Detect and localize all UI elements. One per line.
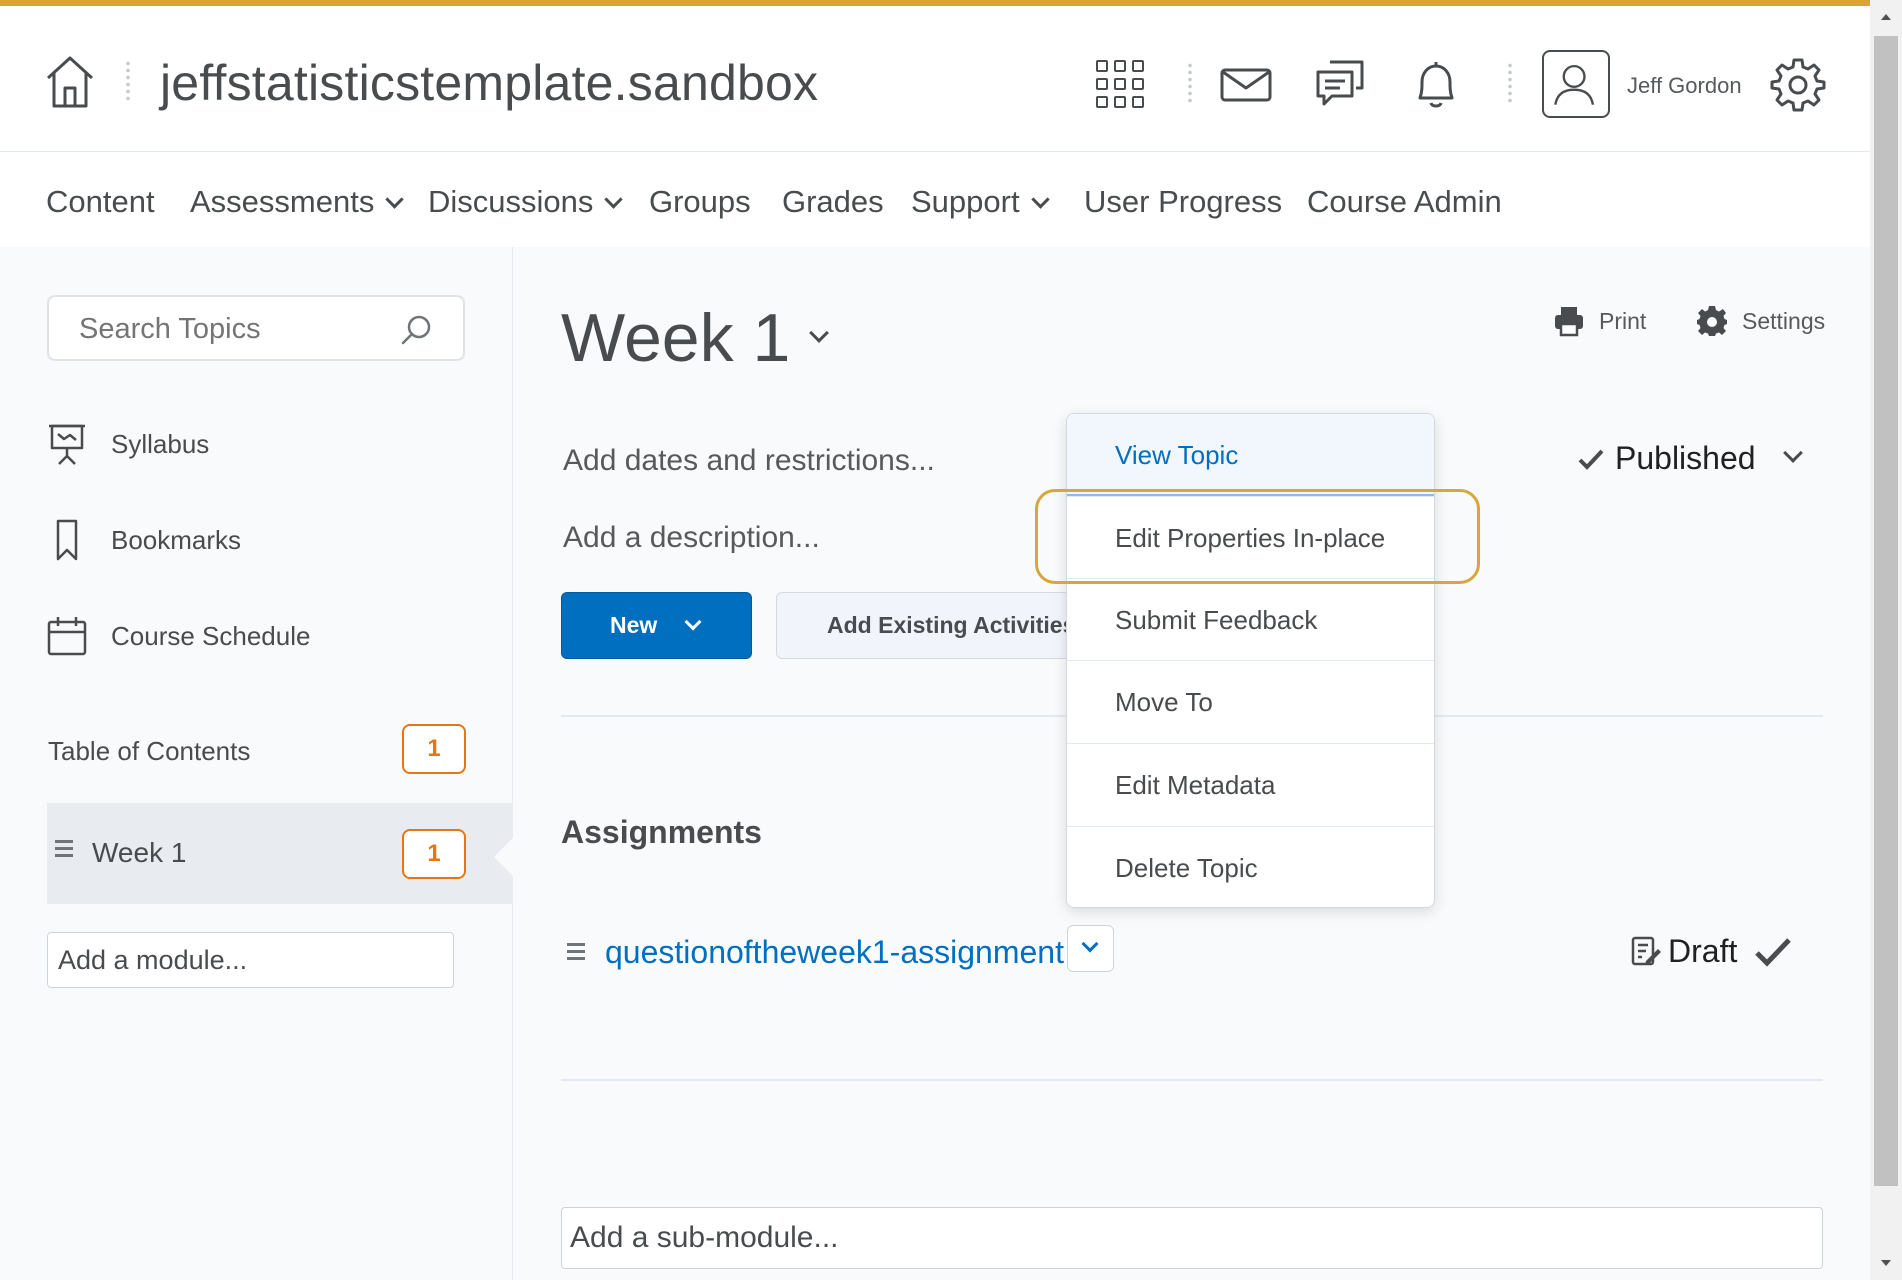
sidebar-item-bookmarks[interactable]: Bookmarks [47, 515, 241, 565]
scroll-up-arrow-icon[interactable] [1881, 14, 1891, 20]
user-avatar[interactable] [1542, 50, 1610, 118]
header-separator [126, 60, 130, 102]
add-dates-link[interactable]: Add dates and restrictions... [563, 444, 935, 478]
minibar: jeffstatisticstemplate.sandbox Jeff Gord [0, 6, 1870, 152]
settings-label: Settings [1742, 307, 1826, 334]
nav-course-admin[interactable]: Course Admin [1307, 184, 1502, 220]
new-button-label: New [610, 612, 658, 638]
header-separator [1508, 62, 1512, 104]
published-label: Published [1615, 440, 1756, 476]
header-separator [1188, 62, 1192, 104]
user-name[interactable]: Jeff Gordon [1627, 73, 1742, 99]
nav-discussions[interactable]: Discussions [428, 184, 624, 220]
sidebar-item-label: Course Schedule [111, 620, 311, 651]
course-selector-waffle-icon[interactable] [1096, 60, 1144, 108]
nav-support[interactable]: Support [911, 184, 1050, 220]
section-title: Assignments [561, 814, 762, 850]
add-submodule-input[interactable]: Add a sub-module... [561, 1207, 1823, 1269]
page-scrollbar[interactable] [1870, 0, 1902, 1280]
calendar-icon [47, 614, 87, 658]
checkmark-icon [1755, 937, 1792, 967]
gear-icon[interactable] [1770, 56, 1826, 112]
new-button[interactable]: New [561, 592, 752, 659]
nav-groups[interactable]: Groups [649, 184, 751, 220]
bell-icon[interactable] [1408, 56, 1464, 112]
settings-button[interactable]: Settings [1696, 305, 1825, 337]
toc-unread-badge: 1 [402, 724, 466, 774]
chevron-down-icon [385, 190, 405, 209]
menu-item-edit-properties-in-place[interactable]: Edit Properties In-place [1067, 496, 1434, 578]
draft-status[interactable]: Draft [1630, 933, 1793, 970]
topic-context-menu: View Topic Edit Properties In-place Subm… [1066, 413, 1435, 908]
module-item-week-1[interactable]: Week 1 1 [47, 803, 514, 904]
drag-handle-icon[interactable] [567, 943, 585, 961]
search-topics-box [47, 295, 465, 361]
table-of-contents-link[interactable]: Table of Contents [48, 736, 250, 767]
search-topics-input[interactable] [79, 313, 379, 346]
chevron-down-icon [684, 613, 702, 630]
draft-label: Draft [1668, 933, 1738, 969]
menu-item-move-to[interactable]: Move To [1067, 660, 1434, 742]
nav-content[interactable]: Content [46, 184, 155, 220]
add-description-link[interactable]: Add a description... [563, 521, 820, 555]
browser-viewport: jeffstatisticstemplate.sandbox Jeff Gord [0, 0, 1870, 1280]
course-navbar: Content Assessments Discussions Groups G… [0, 152, 1870, 247]
publish-status-dropdown[interactable]: Published [1577, 440, 1803, 477]
gear-icon [1697, 306, 1727, 336]
add-module-input[interactable]: Add a module... [47, 932, 454, 988]
module-unread-badge: 1 [402, 829, 466, 879]
nav-user-progress[interactable]: User Progress [1084, 184, 1282, 220]
drag-handle-icon[interactable] [55, 840, 73, 858]
topic-link[interactable]: questionoftheweek1-assignment [605, 934, 1064, 971]
menu-item-submit-feedback[interactable]: Submit Feedback [1067, 578, 1434, 660]
presentation-board-icon [47, 422, 87, 466]
scroll-down-arrow-icon[interactable] [1881, 1260, 1891, 1266]
menu-item-edit-metadata[interactable]: Edit Metadata [1067, 743, 1434, 825]
menu-item-view-topic[interactable]: View Topic [1067, 414, 1434, 496]
divider [561, 1079, 1823, 1081]
print-label: Print [1599, 307, 1647, 334]
bookmark-icon [47, 518, 87, 562]
sidebar-item-label: Bookmarks [111, 524, 242, 555]
page-title: Week 1 [561, 300, 791, 376]
sidebar-item-label: Syllabus [111, 428, 210, 459]
chevron-down-icon [1782, 442, 1803, 463]
chat-bubbles-icon[interactable] [1312, 56, 1368, 112]
module-label: Week 1 [92, 837, 187, 868]
printer-icon [1555, 307, 1583, 337]
home-icon[interactable] [44, 54, 96, 110]
org-title[interactable]: jeffstatisticstemplate.sandbox [160, 54, 818, 112]
nav-grades[interactable]: Grades [782, 184, 884, 220]
nav-assessments[interactable]: Assessments [190, 184, 405, 220]
mail-icon[interactable] [1218, 56, 1274, 112]
content-sidebar: Syllabus Bookmarks Course Schedule Table… [0, 247, 514, 1280]
sidebar-item-syllabus[interactable]: Syllabus [47, 419, 209, 469]
chevron-down-icon [1030, 190, 1050, 209]
menu-item-delete-topic[interactable]: Delete Topic [1067, 826, 1434, 907]
chevron-down-icon [1081, 935, 1099, 953]
checkmark-icon [1578, 449, 1604, 470]
search-icon[interactable] [399, 313, 433, 347]
sidebar-item-course-schedule[interactable]: Course Schedule [47, 611, 310, 661]
topic-context-menu-button[interactable] [1067, 925, 1114, 972]
print-button[interactable]: Print [1553, 305, 1646, 337]
draft-document-icon [1631, 936, 1661, 965]
chevron-down-icon [604, 190, 624, 209]
scroll-thumb[interactable] [1874, 36, 1898, 1186]
chevron-down-icon[interactable] [809, 323, 829, 343]
